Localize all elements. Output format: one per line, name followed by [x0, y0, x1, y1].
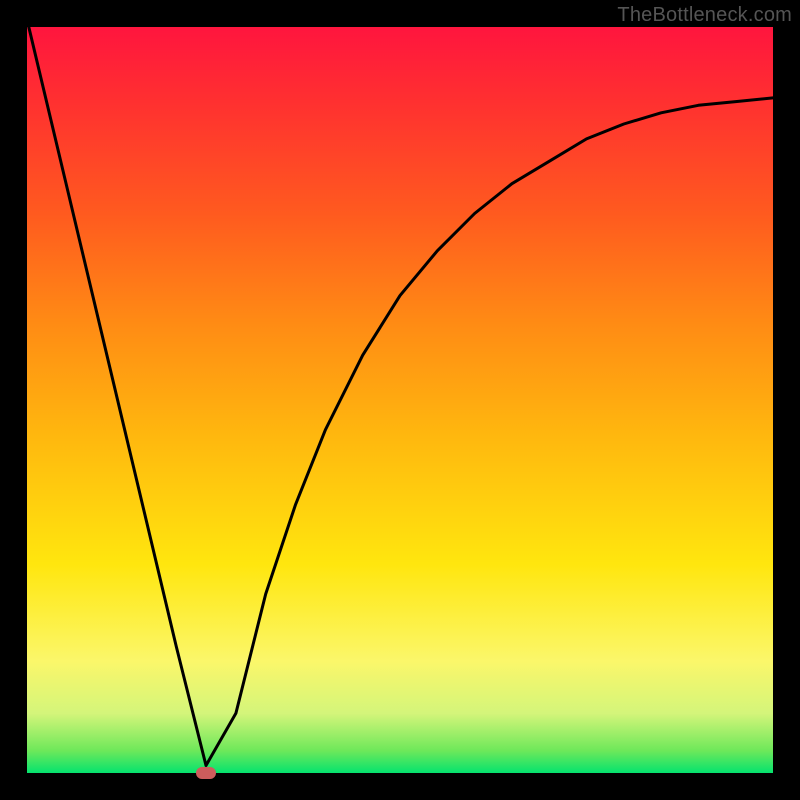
bottleneck-marker [196, 767, 216, 779]
plot-area [27, 27, 773, 773]
watermark-label: TheBottleneck.com [617, 4, 792, 27]
curve-svg [27, 27, 773, 773]
chart-container: TheBottleneck.com [0, 0, 800, 800]
curve-path [27, 27, 773, 766]
